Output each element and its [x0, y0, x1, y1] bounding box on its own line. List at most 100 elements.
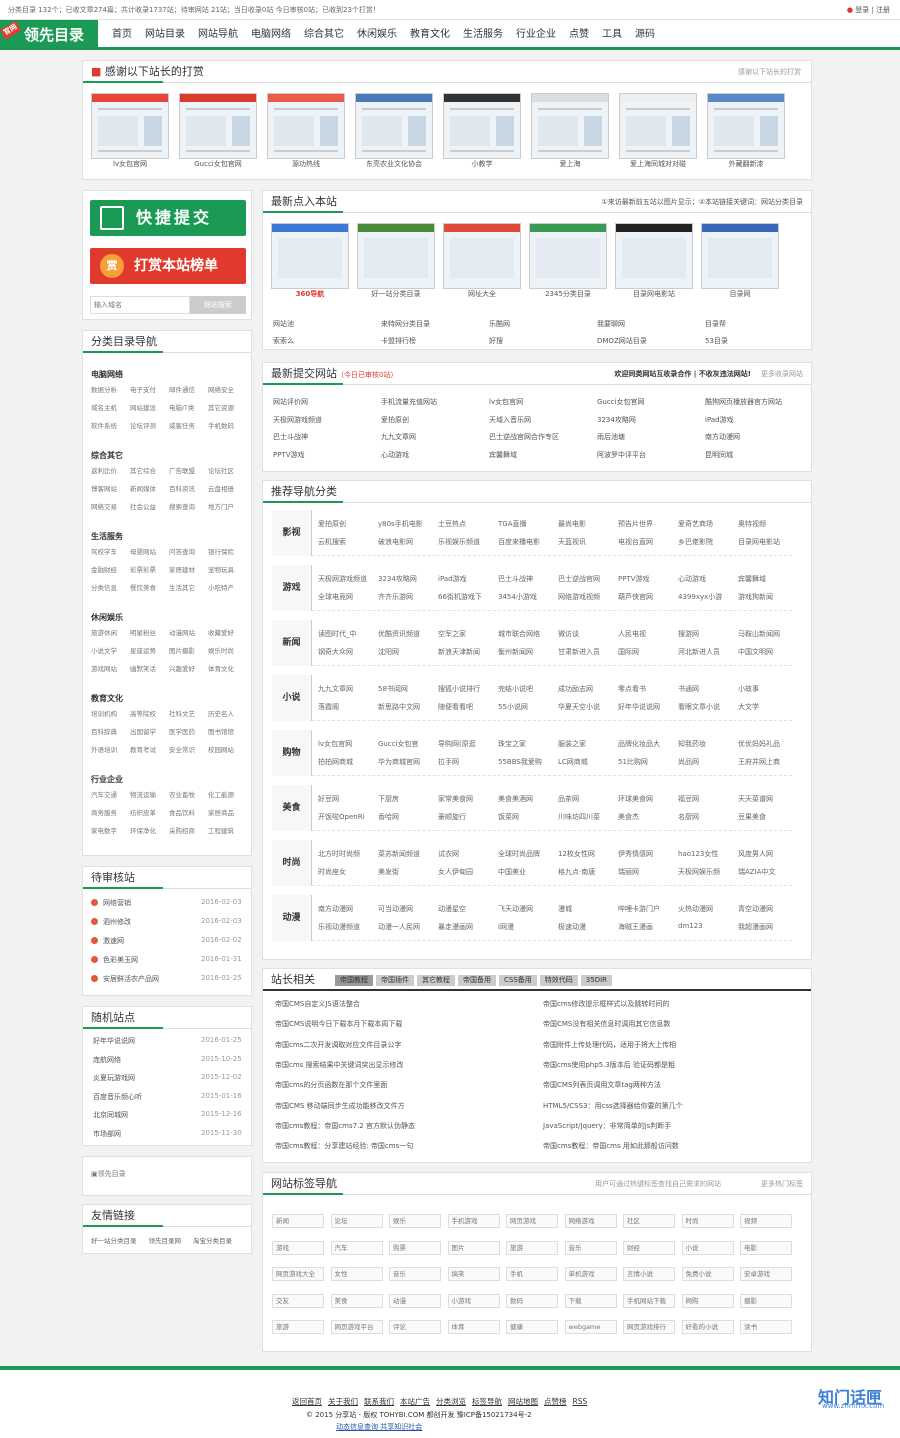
catnav-link[interactable]: 乐视娱乐频道: [438, 537, 480, 547]
partner-logo[interactable]: ▣领先目录: [91, 1169, 126, 1179]
submit-link[interactable]: 巴士逆战官网合作专区: [489, 432, 559, 442]
thanks-thumb[interactable]: 爱上海: [531, 93, 609, 168]
tag-button[interactable]: 音乐: [564, 1240, 617, 1255]
footer-link[interactable]: 本站广告: [400, 1397, 430, 1406]
thanks-thumb[interactable]: Gucci女包官网: [179, 93, 257, 168]
pending-site[interactable]: 安居鲜活农产品网: [103, 974, 159, 984]
submit-link[interactable]: 南方动漫网: [705, 432, 740, 442]
article-link[interactable]: 帝国cms教程：帝国cms7.2 官方默认伪静态: [275, 1121, 415, 1131]
tag-button[interactable]: 网页游戏排行: [623, 1320, 675, 1334]
catnav-link[interactable]: TGA直播: [498, 519, 527, 529]
random-site[interactable]: 炎夏玩游戏网: [93, 1073, 135, 1083]
sidecat-link[interactable]: 网络交易: [91, 501, 117, 511]
tag-button[interactable]: 网购: [681, 1293, 734, 1308]
footer-link[interactable]: 网站地图: [508, 1397, 538, 1406]
tag-button[interactable]: 娱乐: [389, 1214, 441, 1228]
catnav-link[interactable]: 开饭啦OpenRi: [318, 812, 365, 822]
site-screenshot[interactable]: [529, 223, 607, 289]
tag-button[interactable]: 下载: [564, 1293, 617, 1308]
tag-button[interactable]: 旅游: [272, 1320, 324, 1334]
catnav-link[interactable]: 优酷资讯频道: [378, 629, 420, 639]
catnav-link[interactable]: 钢奇大众网: [318, 647, 353, 657]
nav-item[interactable]: 行业企业: [516, 20, 556, 50]
tag-button[interactable]: 旅游: [506, 1240, 558, 1255]
sidecat-link[interactable]: 家居建材: [169, 564, 195, 574]
tag-button[interactable]: 小说: [681, 1240, 734, 1255]
catnav-link[interactable]: LC网商城: [558, 757, 588, 767]
submit-link[interactable]: Gucci女包官网: [597, 397, 645, 407]
tag-button[interactable]: 图片: [447, 1240, 500, 1255]
sidecat-link[interactable]: 邮件通信: [169, 384, 195, 394]
thanks-thumb[interactable]: 源功热线: [267, 93, 345, 168]
catnav-link[interactable]: iPad游戏: [438, 574, 467, 584]
submit-link[interactable]: 九九文章网: [381, 432, 416, 442]
tag-button[interactable]: 单机游戏: [564, 1267, 617, 1281]
site-screenshot[interactable]: [91, 93, 169, 159]
stationmaster-tab[interactable]: 帝国插件: [376, 975, 414, 986]
sidecat-link[interactable]: 安全常识: [169, 744, 195, 754]
random-site[interactable]: 北京同城网: [93, 1110, 128, 1120]
article-link[interactable]: 帝国cms 搜索结果中关键词突出显示修改: [275, 1060, 404, 1070]
sidecat-name[interactable]: 生活服务: [91, 531, 123, 542]
sidecat-link[interactable]: 教育考试: [130, 744, 156, 754]
tag-button[interactable]: 网页游戏大全: [272, 1267, 324, 1281]
sidecat-link[interactable]: 网站建设: [130, 402, 156, 412]
latest-link[interactable]: 网站池: [273, 319, 294, 329]
catnav-link[interactable]: 豪顺旋行: [438, 812, 466, 822]
footer-link[interactable]: 关于我们: [328, 1397, 358, 1406]
sidecat-link[interactable]: 幽默笑话: [130, 663, 156, 673]
catnav-link[interactable]: 完结小说吧: [498, 684, 533, 694]
sidecat-link[interactable]: 汽车交通: [91, 789, 117, 799]
friend-link[interactable]: 淘宝分类目录: [193, 1237, 232, 1245]
tag-button[interactable]: 新闻: [272, 1214, 324, 1228]
sidecat-link[interactable]: 其它资源: [208, 402, 234, 412]
latest-link[interactable]: 卡盟排行榜: [381, 336, 416, 346]
catnav-row-name[interactable]: 购物: [272, 730, 312, 776]
sidecat-link[interactable]: 商务服务: [91, 807, 117, 817]
catnav-link[interactable]: 最尚电影: [558, 519, 586, 529]
logo[interactable]: 官网 领先目录: [0, 20, 98, 50]
catnav-link[interactable]: 名厨网: [678, 812, 699, 822]
pending-site[interactable]: 泗州修改: [103, 917, 131, 927]
catnav-link[interactable]: 沈阳网: [378, 647, 399, 657]
site-screenshot[interactable]: [179, 93, 257, 159]
tag-button[interactable]: 安卓游戏: [740, 1267, 792, 1281]
nav-item[interactable]: 电脑网络: [251, 20, 291, 50]
catnav-link[interactable]: 暴走漫画网: [438, 922, 473, 932]
catnav-link[interactable]: 天天菜谱网: [738, 794, 773, 804]
nav-item[interactable]: 生活服务: [463, 20, 503, 50]
article-link[interactable]: HTML5/CSS3：用css选择器给你要的第几个: [543, 1101, 683, 1111]
random-site[interactable]: 庞航网络: [93, 1055, 121, 1065]
thanks-thumb[interactable]: 小教学: [443, 93, 521, 168]
quick-submit-button[interactable]: 快捷提交: [90, 200, 246, 236]
sidecat-link[interactable]: 校园网站: [208, 744, 234, 754]
sidecat-link[interactable]: 星座运势: [130, 645, 156, 655]
catnav-link[interactable]: 网络游戏视频: [558, 592, 600, 602]
catnav-link[interactable]: 看眼文章小说: [678, 702, 720, 712]
tag-button[interactable]: 交友: [272, 1293, 324, 1308]
sidecat-name[interactable]: 综合其它: [91, 450, 123, 461]
tag-button[interactable]: 好看的小说: [681, 1320, 734, 1334]
article-link[interactable]: 帝国cms使用php5.3版本后 验证码都是粗: [543, 1060, 675, 1070]
sidecat-link[interactable]: 明星粉丝: [130, 627, 156, 637]
sidecat-link[interactable]: 小说文学: [91, 645, 117, 655]
sidecat-link[interactable]: 食品饮料: [169, 807, 195, 817]
latest-thumb[interactable]: 360导航: [271, 223, 349, 298]
catnav-link[interactable]: 饭菜网: [498, 812, 519, 822]
submit-link[interactable]: 3234攻略网: [597, 415, 636, 425]
catnav-link[interactable]: 珠宝之家: [498, 739, 526, 749]
nav-item[interactable]: 教育文化: [410, 20, 450, 50]
site-screenshot[interactable]: [707, 93, 785, 159]
catnav-link[interactable]: 人民电视: [618, 629, 646, 639]
thanks-thumb[interactable]: 外藏翻新漆: [707, 93, 785, 168]
catnav-link[interactable]: 时尚座女: [318, 867, 346, 877]
submit-link[interactable]: 天极网游戏频道: [273, 415, 322, 425]
sidecat-link[interactable]: 社会公益: [130, 501, 156, 511]
catnav-link[interactable]: 心动游戏: [678, 574, 706, 584]
sidecat-link[interactable]: 彩票彩票: [130, 564, 156, 574]
catnav-link[interactable]: 零点看书: [618, 684, 646, 694]
submit-link[interactable]: 网站评价网: [273, 397, 308, 407]
sidecat-link[interactable]: 问答查询: [169, 546, 195, 556]
sidecat-link[interactable]: 电子支付: [130, 384, 156, 394]
login-link[interactable]: 登录: [855, 6, 869, 14]
